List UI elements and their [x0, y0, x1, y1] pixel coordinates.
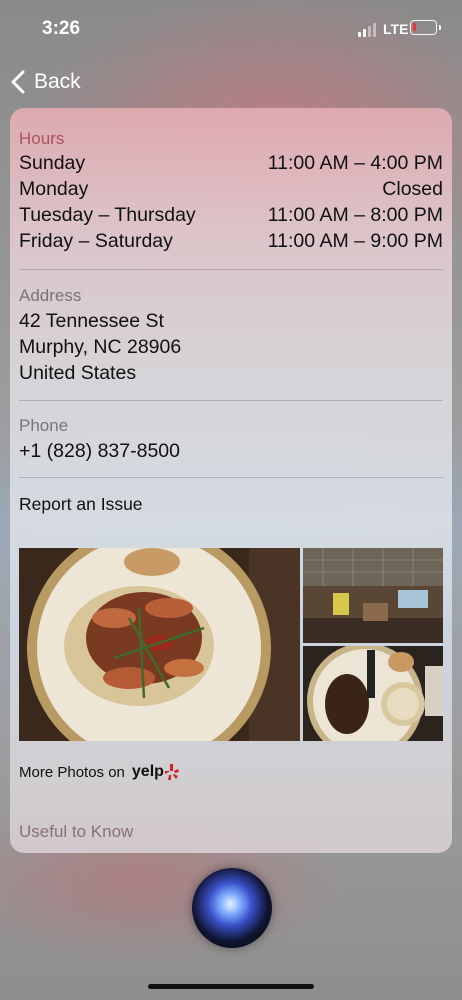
- network-type: LTE: [383, 21, 409, 37]
- address-label: Address: [19, 286, 82, 305]
- hours-time: Closed: [382, 178, 443, 200]
- hours-day: Tuesday – Thursday: [19, 204, 196, 226]
- hours-day: Friday – Saturday: [19, 230, 173, 252]
- shrimp-and-grits-photo[interactable]: [19, 548, 300, 741]
- phone-label: Phone: [19, 416, 69, 435]
- hours-row: Sunday 11:00 AM – 4:00 PM: [19, 152, 443, 175]
- hours-row: Friday – Saturday 11:00 AM – 9:00 PM: [19, 230, 443, 253]
- more-photos-label: More Photos on: [19, 763, 125, 781]
- status-time: 3:26: [42, 18, 81, 39]
- status-bar: 3:26 LTE: [0, 0, 462, 60]
- report-issue-button[interactable]: Report an Issue: [19, 494, 143, 515]
- address-line[interactable]: Murphy, NC 28906: [19, 336, 181, 359]
- hours-day: Monday: [19, 178, 89, 200]
- divider: [19, 400, 443, 401]
- hours-time: 11:00 AM – 8:00 PM: [267, 204, 443, 226]
- back-button[interactable]: Back: [10, 66, 81, 98]
- signal-icon: [358, 23, 378, 37]
- useful-to-know-heading: Useful to Know: [19, 822, 134, 841]
- address-line[interactable]: 42 Tennessee St: [19, 310, 164, 333]
- hours-time: 11:00 AM – 4:00 PM: [267, 152, 443, 174]
- siri-orb-icon[interactable]: [192, 868, 272, 948]
- more-photos-link[interactable]: More Photos on yelp: [19, 763, 179, 781]
- divider: [19, 477, 443, 478]
- back-label: Back: [34, 70, 81, 93]
- address-line[interactable]: United States: [19, 362, 136, 385]
- hours-time: 11:00 AM – 9:00 PM: [267, 230, 443, 252]
- place-info-card: Hours Sunday 11:00 AM – 4:00 PM Monday C…: [10, 108, 452, 853]
- yelp-logo: yelp: [131, 763, 164, 780]
- yelp-burst-icon: [164, 764, 179, 780]
- phone-number[interactable]: +1 (828) 837-8500: [19, 440, 180, 463]
- divider: [19, 269, 443, 270]
- hours-row: Monday Closed: [19, 178, 443, 201]
- battery-icon: [410, 20, 441, 35]
- steak-dinner-photo[interactable]: [303, 646, 443, 741]
- hours-row: Tuesday – Thursday 11:00 AM – 8:00 PM: [19, 204, 443, 227]
- hours-day: Sunday: [19, 152, 86, 174]
- restaurant-interior-photo[interactable]: [303, 548, 443, 643]
- home-indicator[interactable]: [148, 984, 314, 989]
- hours-label: Hours: [19, 129, 65, 148]
- chevron-left-icon: [11, 70, 25, 94]
